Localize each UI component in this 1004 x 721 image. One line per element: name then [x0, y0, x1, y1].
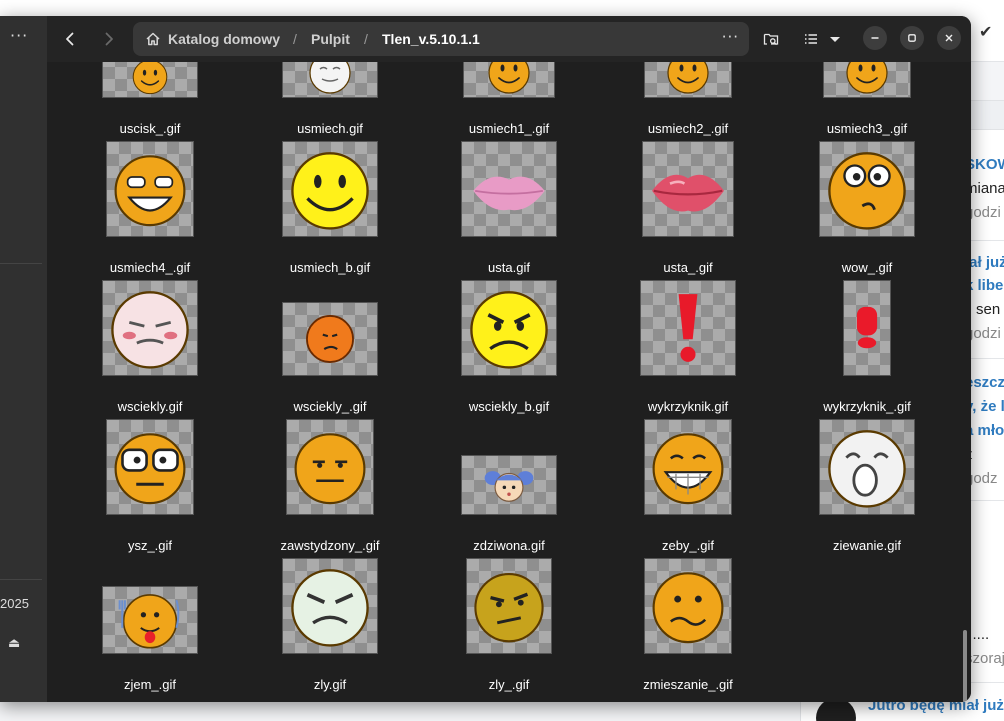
file-name-label[interactable]: usmiech1_.gif [419, 121, 599, 136]
breadcrumb-home[interactable]: Katalog domowy [168, 22, 280, 56]
file-name-label[interactable]: wsciekly_b.gif [419, 399, 599, 414]
file-name-label[interactable]: zmieszanie_.gif [598, 677, 778, 692]
file-thumbnail[interactable] [282, 302, 378, 376]
file-thumbnail[interactable] [819, 419, 915, 515]
file-thumbnail[interactable] [642, 141, 734, 237]
minimize-button[interactable] [863, 26, 887, 50]
file-thumbnail[interactable] [106, 419, 194, 515]
path-bar: Katalog domowy / Pulpit / Tlen_v.5.10.1.… [133, 22, 749, 56]
file-name-label[interactable]: usmiech4_.gif [60, 260, 240, 275]
file-name-label[interactable]: usmiech2_.gif [598, 121, 778, 136]
file-name-label[interactable]: usta_.gif [598, 260, 778, 275]
file-thumbnail[interactable] [102, 62, 198, 98]
breadcrumb-desktop[interactable]: Pulpit [311, 22, 350, 56]
sidebar-menu-button[interactable]: ··· [10, 26, 28, 45]
maximize-button[interactable] [900, 26, 924, 50]
chevron-down-icon [830, 37, 840, 42]
file-thumbnail[interactable] [461, 141, 557, 237]
back-button[interactable] [53, 22, 87, 56]
file-name-label[interactable]: zawstydzony_.gif [240, 538, 420, 553]
file-name-label[interactable]: usmiech3_.gif [777, 121, 957, 136]
file-name-label[interactable]: zdziwona.gif [419, 538, 599, 553]
close-icon [945, 34, 953, 42]
breadcrumb-current-folder[interactable]: Tlen_v.5.10.1.1 [382, 22, 480, 56]
file-thumbnail[interactable] [819, 141, 915, 237]
eject-icon[interactable]: ⏏ [8, 636, 20, 651]
file-thumbnail[interactable] [823, 62, 911, 98]
file-name-label[interactable]: usmiech_b.gif [240, 260, 420, 275]
file-name-label[interactable]: wow_.gif [777, 260, 957, 275]
file-thumbnail[interactable] [463, 62, 555, 98]
search-folder-button[interactable] [754, 22, 788, 56]
file-name-label[interactable]: usta.gif [419, 260, 599, 275]
sidebar: ··· 2025 ⏏ [0, 16, 47, 702]
chevron-left-icon [66, 32, 74, 46]
list-view-icon [805, 34, 817, 44]
file-name-label[interactable]: zly.gif [240, 677, 420, 692]
sidebar-divider [0, 263, 42, 264]
file-name-label[interactable]: zjem_.gif [60, 677, 240, 692]
file-thumbnail[interactable] [102, 280, 198, 376]
chevron-right-icon [105, 32, 113, 46]
close-button[interactable] [937, 26, 961, 50]
file-thumbnail[interactable] [102, 586, 198, 654]
file-name-label[interactable]: ziewanie.gif [777, 538, 957, 553]
file-thumbnail[interactable] [282, 558, 378, 654]
file-thumbnail[interactable] [466, 558, 552, 654]
file-grid: uscisk_.gif usmiech.gif usmiech1_.gif us… [47, 62, 971, 702]
file-thumbnail[interactable] [644, 558, 732, 654]
file-name-label[interactable]: wsciekly_.gif [240, 399, 420, 414]
forward-button[interactable] [92, 22, 126, 56]
breadcrumb-separator: / [364, 31, 368, 47]
file-thumbnail[interactable] [461, 280, 557, 376]
sidebar-divider [0, 579, 42, 580]
file-thumbnail[interactable] [106, 141, 194, 237]
file-name-label[interactable]: zeby_.gif [598, 538, 778, 553]
file-name-label[interactable]: ysz_.gif [60, 538, 240, 553]
file-thumbnail[interactable] [644, 62, 732, 98]
sidebar-item-label[interactable]: 2025 [0, 596, 29, 611]
checkmark-icon[interactable]: ✔ [979, 22, 999, 42]
feed-text-snippet: sen [976, 301, 1001, 318]
file-name-label[interactable]: wykrzyknik_.gif [777, 399, 957, 414]
view-options-dropdown[interactable] [823, 22, 847, 56]
path-menu-button[interactable]: ··· [722, 22, 739, 56]
header-bar: Katalog domowy / Pulpit / Tlen_v.5.10.1.… [47, 16, 971, 62]
home-icon [146, 32, 160, 46]
file-thumbnail[interactable] [640, 280, 736, 376]
file-thumbnail[interactable] [644, 419, 732, 515]
file-name-label[interactable]: usmiech.gif [240, 121, 420, 136]
file-name-label[interactable]: uscisk_.gif [60, 121, 240, 136]
file-thumbnail[interactable] [843, 280, 891, 376]
file-thumbnail[interactable] [286, 419, 374, 515]
scrollbar[interactable] [963, 630, 967, 702]
file-thumbnail[interactable] [282, 62, 378, 98]
file-manager-window: ··· 2025 ⏏ Katalog domowy / Pulpit / Tle… [0, 16, 971, 702]
search-folder-icon [763, 33, 779, 46]
breadcrumb-separator: / [293, 31, 297, 47]
file-name-label[interactable]: wsciekly.gif [60, 399, 240, 414]
file-name-label[interactable]: zly_.gif [419, 677, 599, 692]
file-thumbnail[interactable] [461, 455, 557, 515]
minimize-icon [871, 37, 879, 39]
maximize-icon [908, 34, 916, 42]
file-name-label[interactable]: wykrzyknik.gif [598, 399, 778, 414]
file-thumbnail[interactable] [282, 141, 378, 237]
